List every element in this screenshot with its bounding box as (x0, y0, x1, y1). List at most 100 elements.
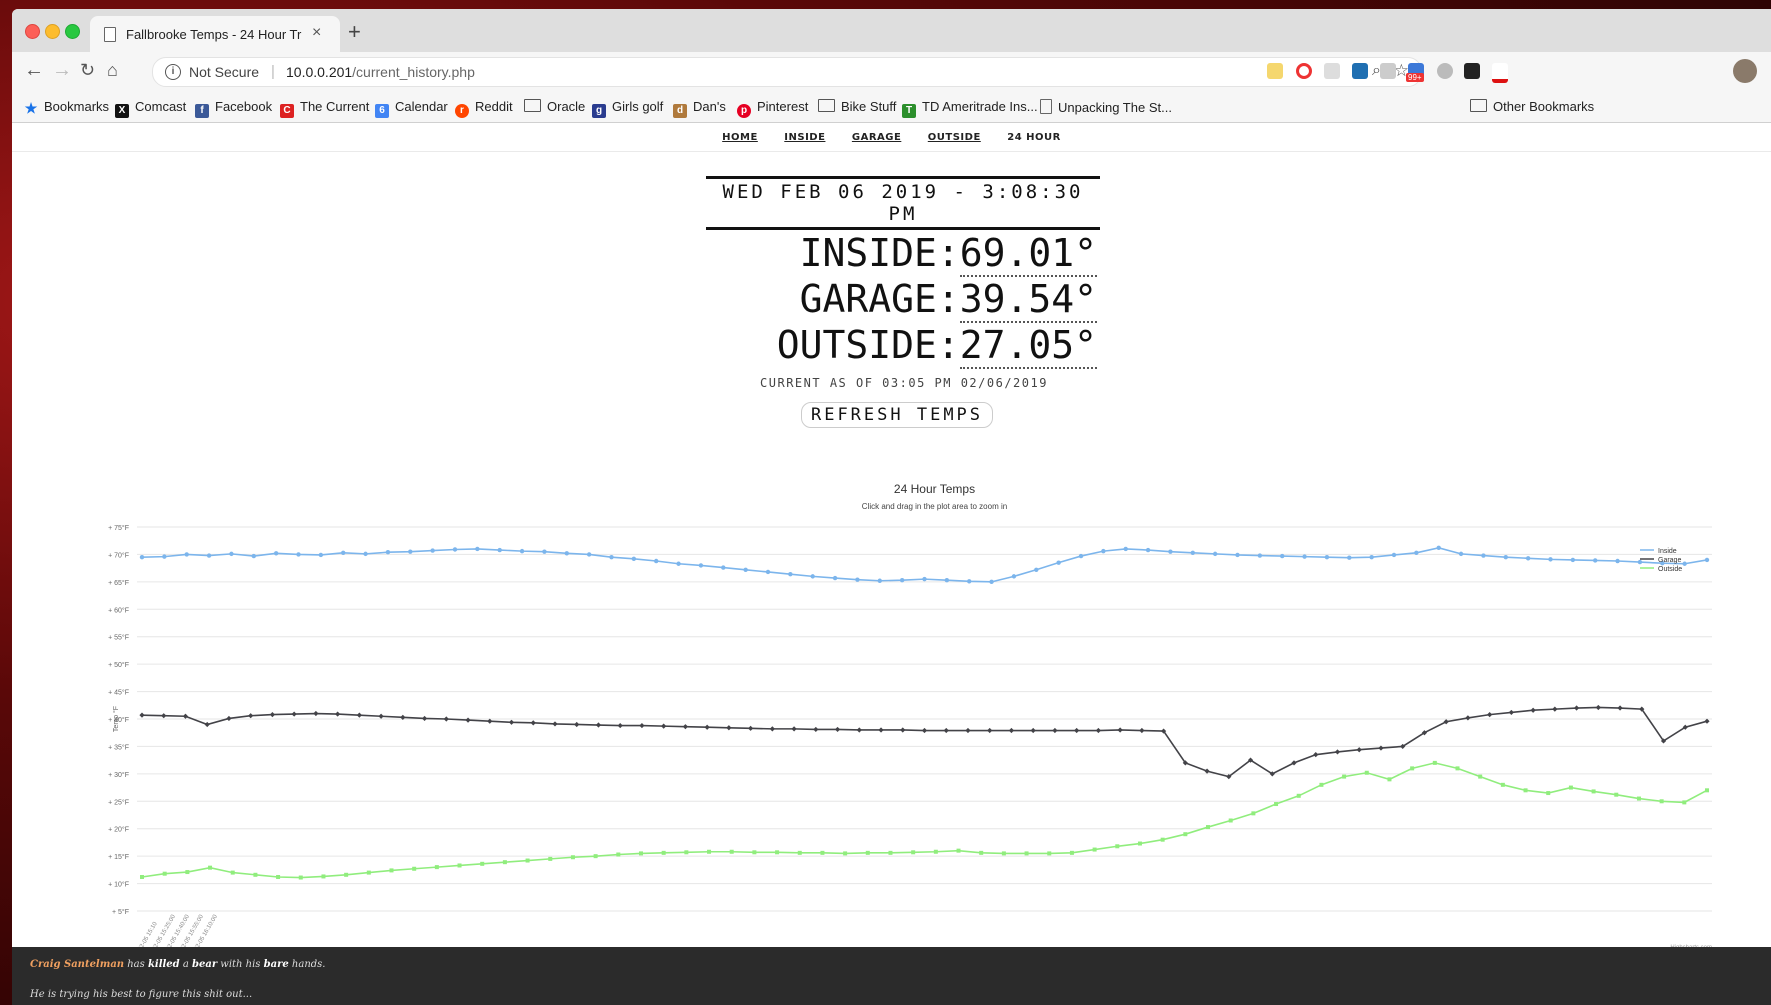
data-point-outside (298, 875, 303, 880)
data-point-inside (251, 553, 256, 559)
facebook-icon: f (195, 104, 209, 118)
new-tab-button[interactable]: + (348, 19, 361, 45)
data-point-inside (676, 561, 681, 566)
bookmark-dans[interactable]: d Dan's (673, 99, 726, 118)
reload-icon[interactable]: ↻ (80, 60, 95, 81)
bookmark-reddit[interactable]: r Reddit (455, 99, 513, 118)
data-point-inside (586, 552, 592, 557)
bookmark-calendar[interactable]: 6 Calendar (375, 99, 448, 118)
home-icon[interactable]: ⌂ (107, 60, 118, 81)
close-tab-icon[interactable]: × (312, 24, 321, 42)
temp-chart-svg[interactable]: 24 Hour Temps Click and drag in the plot … (12, 413, 1771, 968)
bookmark-girls-golf[interactable]: g Girls golf (592, 99, 663, 118)
data-point-garage (204, 721, 210, 728)
data-point-outside (570, 855, 575, 860)
bookmark-pinterest[interactable]: p Pinterest (737, 99, 808, 118)
data-point-inside (1481, 553, 1486, 558)
data-point-inside (967, 579, 972, 584)
data-point-garage (726, 725, 732, 731)
bookmark-other[interactable]: Other Bookmarks (1470, 99, 1594, 114)
data-point-outside (1342, 774, 1347, 779)
back-icon[interactable]: ← (24, 59, 44, 82)
data-point-outside (888, 850, 893, 855)
profile-avatar[interactable] (1733, 59, 1757, 83)
extension-shield-icon[interactable] (1352, 63, 1368, 79)
nav-outside[interactable]: OUTSIDE (928, 132, 981, 143)
page-footer: Craig Santelman has killed a bear with h… (12, 947, 1771, 1005)
extension-opera-icon[interactable] (1296, 63, 1312, 79)
data-point-outside (933, 849, 938, 854)
bookmark-label: Dan's (693, 99, 726, 114)
bookmark-bookmarks[interactable]: ★ Bookmarks (24, 99, 109, 115)
data-point-outside (1364, 770, 1369, 775)
nav-home[interactable]: HOME (722, 132, 758, 143)
data-point-garage (1530, 707, 1536, 713)
y-tick-label: + 55°F (108, 634, 129, 642)
extension-circle-icon[interactable] (1437, 63, 1453, 79)
data-point-garage (421, 715, 428, 722)
data-point-garage (1487, 712, 1493, 718)
extension-w-icon[interactable] (1492, 63, 1508, 83)
data-point-garage (1356, 747, 1362, 753)
data-point-outside (208, 865, 213, 870)
data-point-outside (434, 865, 439, 870)
extension-pencil-icon[interactable] (1267, 63, 1283, 79)
maximize-window-button[interactable] (65, 24, 80, 39)
bookmark-label: Girls golf (612, 99, 664, 114)
data-point-outside (1092, 847, 1097, 852)
data-point-garage (878, 727, 884, 733)
url-text[interactable]: 10.0.0.201/current_history.php (286, 64, 475, 80)
bookmark-facebook[interactable]: f Facebook (195, 99, 272, 118)
footer-text: hands. (288, 959, 326, 970)
data-point-inside (162, 554, 167, 559)
temp-chart[interactable]: 24 Hour Temps Click and drag in the plot … (12, 413, 1771, 968)
data-point-garage (1617, 705, 1623, 711)
close-window-button[interactable] (25, 24, 40, 39)
extension-mail-icon[interactable] (1380, 63, 1396, 79)
bookmark-label: Oracle (547, 99, 586, 114)
bookmark-oracle[interactable]: Oracle (524, 99, 585, 114)
info-icon[interactable]: i (165, 64, 181, 80)
address-bar[interactable]: i Not Secure | 10.0.0.201/current_histor… (152, 57, 1422, 87)
y-tick-label: + 45°F (108, 689, 129, 697)
nav-inside[interactable]: INSIDE (784, 132, 825, 143)
browser-tab[interactable]: Fallbrooke Temps - 24 Hour Tr × (90, 16, 340, 52)
y-tick-label: + 10°F (108, 881, 129, 889)
nav-24-hour[interactable]: 24 HOUR (1007, 132, 1061, 143)
extension-mountain-icon[interactable] (1324, 63, 1340, 79)
data-point-outside (1047, 851, 1052, 856)
bookmark-unpacking[interactable]: Unpacking The St... (1040, 99, 1172, 115)
data-point-outside (638, 851, 643, 856)
data-point-outside (956, 848, 961, 853)
data-point-outside (140, 874, 144, 879)
page-icon (104, 27, 116, 42)
data-point-garage (900, 727, 906, 733)
footer-name: Craig Santelman (30, 959, 125, 970)
data-point-garage (617, 722, 623, 729)
footer-bold: bear (191, 959, 218, 970)
data-point-inside (408, 549, 413, 554)
minimize-window-button[interactable] (45, 24, 60, 39)
bookmark-td-ameritrade[interactable]: T TD Ameritrade Ins... (902, 99, 1038, 118)
garage-reading: GARAGE:39.54° (707, 276, 1097, 323)
data-point-garage (965, 727, 971, 734)
data-point-outside (1001, 851, 1006, 856)
data-point-inside (1369, 554, 1374, 560)
data-point-garage (269, 712, 276, 718)
bookmark-comcast[interactable]: X Comcast (115, 99, 186, 118)
bookmark-bike-stuff[interactable]: Bike Stuff (818, 99, 896, 114)
bookmark-the-current[interactable]: C The Current (280, 99, 369, 118)
nav-garage[interactable]: GARAGE (852, 132, 901, 143)
current-as-of: CURRENT AS OF 03:05 PM 02/06/2019 (760, 376, 1048, 390)
data-point-garage (1313, 752, 1319, 758)
data-point-inside (430, 548, 435, 553)
forward-icon[interactable]: → (52, 59, 72, 82)
extension-dark-icon[interactable] (1464, 63, 1480, 79)
data-point-inside (385, 550, 391, 555)
data-point-inside (1145, 547, 1151, 553)
data-point-inside (1458, 551, 1464, 557)
bookmark-label: TD Ameritrade Ins... (922, 99, 1038, 114)
data-point-garage (530, 720, 536, 726)
footer-bold: killed (147, 959, 180, 970)
chart-title: 24 Hour Temps (894, 482, 975, 496)
